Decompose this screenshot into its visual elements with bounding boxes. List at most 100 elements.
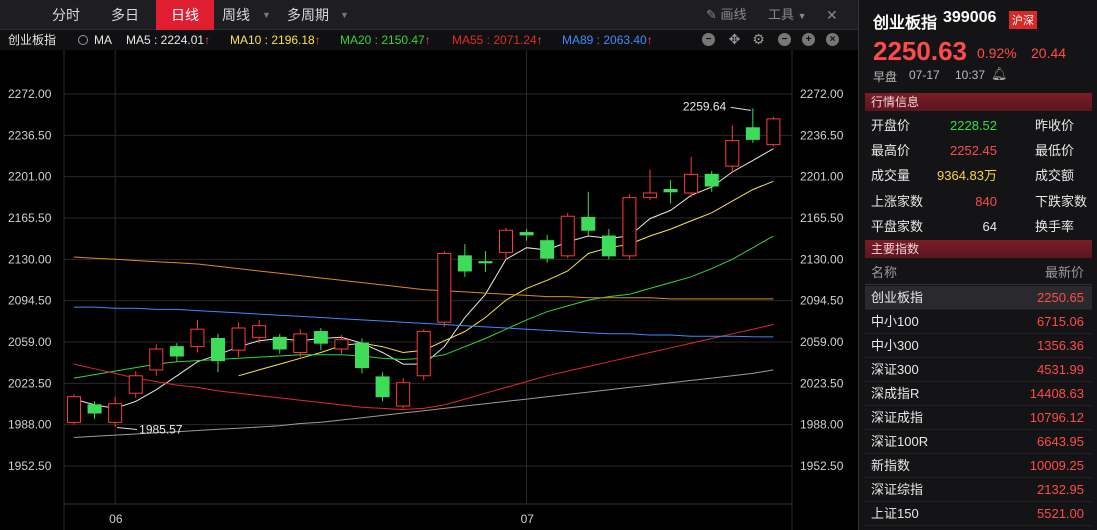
- candle-body: [499, 229, 513, 253]
- x-tick-label: 07: [521, 512, 535, 526]
- x-tick-label: 06: [109, 512, 123, 526]
- index-price: 2132.95: [1037, 482, 1084, 497]
- candle-body: [643, 192, 657, 199]
- y-tick-label-right: 2272.00: [800, 87, 844, 101]
- index-name: 新指数: [871, 458, 911, 473]
- tab-weekly[interactable]: 周线: [216, 0, 256, 30]
- y-tick-label-left: 1988.00: [8, 418, 52, 432]
- candle-body: [67, 396, 81, 423]
- ma10-value: MA10 : 2196.18↑: [230, 33, 321, 47]
- index-row[interactable]: 深成指R 14408.63: [865, 382, 1092, 406]
- quote-section-header: 行情信息: [865, 93, 1092, 111]
- y-tick-label-right: 2236.50: [800, 128, 844, 142]
- tab-intraday[interactable]: 分时: [38, 0, 94, 30]
- weekly-dropdown-icon[interactable]: ▼: [262, 0, 271, 30]
- candle-body: [725, 140, 740, 167]
- y-tick-label-right: 1988.00: [800, 418, 844, 432]
- candle-body: [416, 331, 431, 377]
- last-price: 2250.63: [873, 36, 967, 66]
- ma-label: MA: [94, 33, 112, 47]
- index-price: 6643.95: [1037, 434, 1084, 449]
- index-row[interactable]: 中小300 1356.36: [865, 334, 1092, 358]
- candle-body: [684, 173, 699, 194]
- collapse-icon[interactable]: ✕: [826, 0, 838, 30]
- ma-line-ma10: [238, 180, 774, 377]
- index-name: 创业板指: [871, 290, 924, 305]
- index-price: 14408.63: [1029, 386, 1084, 401]
- index-price: 6715.06: [1037, 314, 1084, 329]
- candle-body: [334, 339, 349, 350]
- index-price: 5521.00: [1037, 506, 1084, 521]
- candle-body: [581, 216, 596, 231]
- quote-row: 成交量 9364.83万 成交额: [871, 168, 1075, 183]
- y-tick-label-right: 1952.50: [800, 459, 844, 473]
- y-tick-label-right: 2094.50: [800, 294, 844, 308]
- index-row[interactable]: 深证成指 10796.12: [865, 406, 1092, 430]
- candle-body: [272, 336, 287, 350]
- index-price: 2250.65: [1037, 290, 1084, 305]
- candle-body: [396, 382, 411, 407]
- quote-row: 最高价 2252.45 最低价: [871, 143, 1075, 158]
- tab-multi-period[interactable]: 多周期: [282, 0, 334, 30]
- candle-body: [149, 348, 164, 371]
- index-name: 中小100: [871, 314, 919, 329]
- index-row[interactable]: 深证300 4531.99: [865, 358, 1092, 382]
- y-tick-label-right: 2023.50: [800, 376, 844, 390]
- y-tick-label-left: 2236.50: [8, 128, 52, 142]
- index-name: 中小300: [871, 338, 919, 353]
- y-tick-label-right: 2130.00: [800, 252, 844, 266]
- quote-row: 平盘家数 64 换手率: [871, 219, 1075, 234]
- candle-body: [663, 188, 678, 193]
- tab-daily[interactable]: 日线: [156, 0, 214, 30]
- y-tick-label-left: 2165.50: [8, 211, 52, 225]
- multi-period-dropdown-icon[interactable]: ▼: [340, 0, 349, 30]
- y-tick-label-right: 2165.50: [800, 211, 844, 225]
- zoom-in-icon[interactable]: +: [802, 33, 815, 46]
- chevron-down-icon: ▼: [797, 11, 807, 21]
- kline-chart[interactable]: 2272.00 2272.00 2236.50 2236.50 2201.00 2201.…: [0, 50, 858, 530]
- chart-stock-name: 创业板指: [8, 33, 57, 47]
- candle-body: [355, 342, 369, 369]
- y-tick-label-left: 2023.50: [8, 376, 52, 390]
- close-icon[interactable]: ×: [826, 33, 839, 46]
- ma-line-ma120: [73, 256, 774, 300]
- radio-icon: [78, 35, 88, 45]
- y-tick-label-right: 2059.00: [800, 335, 844, 349]
- pencil-icon: ✎: [706, 7, 717, 22]
- ma5-value: MA5 : 2224.01↑: [126, 33, 211, 47]
- y-tick-label-left: 2094.50: [8, 294, 52, 308]
- tab-multi-day[interactable]: 多日: [97, 0, 153, 30]
- period-toolbar: 分时 多日 日线 周线 ▼ 多周期 ▼ ✎ 画线 工具 ▼ ✕: [0, 0, 858, 30]
- index-price: 10796.12: [1029, 410, 1084, 425]
- index-name: 深成指R: [871, 386, 920, 401]
- candle-body: [87, 404, 102, 414]
- candle-body: [622, 197, 637, 257]
- tools-button[interactable]: 工具 ▼: [768, 0, 807, 30]
- index-row[interactable]: 上证150 5521.00: [865, 502, 1092, 526]
- low-label: 1985.57: [139, 422, 183, 436]
- ma-settings-toggle[interactable]: [78, 30, 88, 50]
- index-row[interactable]: 中小100 6715.06: [865, 310, 1092, 334]
- y-tick-label-left: 2201.00: [8, 170, 52, 184]
- minus-icon[interactable]: −: [702, 33, 715, 46]
- move-icon[interactable]: ✥: [728, 32, 741, 46]
- draw-line-button[interactable]: ✎ 画线: [706, 0, 747, 30]
- zoom-out-icon[interactable]: −: [778, 33, 791, 46]
- index-row[interactable]: 创业板指 2250.65: [865, 286, 1092, 310]
- gear-icon[interactable]: ⚙: [752, 32, 765, 46]
- index-row[interactable]: 深证100R 6643.95: [865, 430, 1092, 454]
- y-tick-label-left: 2130.00: [8, 252, 52, 266]
- index-table-header: 名称 最新价: [865, 261, 1092, 285]
- index-row[interactable]: 新指数 10009.25: [865, 454, 1092, 478]
- candle-body: [252, 325, 267, 338]
- quote-date: 07-17: [909, 68, 940, 82]
- bell-icon[interactable]: 🔔︎: [991, 66, 1008, 82]
- index-name: 深证300: [871, 362, 919, 377]
- quote-row: 开盘价 2228.52 昨收价: [871, 118, 1075, 133]
- candle-body: [437, 253, 452, 323]
- candle-body: [211, 338, 225, 362]
- candle-body: [375, 376, 390, 398]
- candle-body: [519, 232, 534, 236]
- change-percent: 0.92%: [977, 45, 1017, 61]
- index-row[interactable]: 深证综指 2132.95: [865, 478, 1092, 502]
